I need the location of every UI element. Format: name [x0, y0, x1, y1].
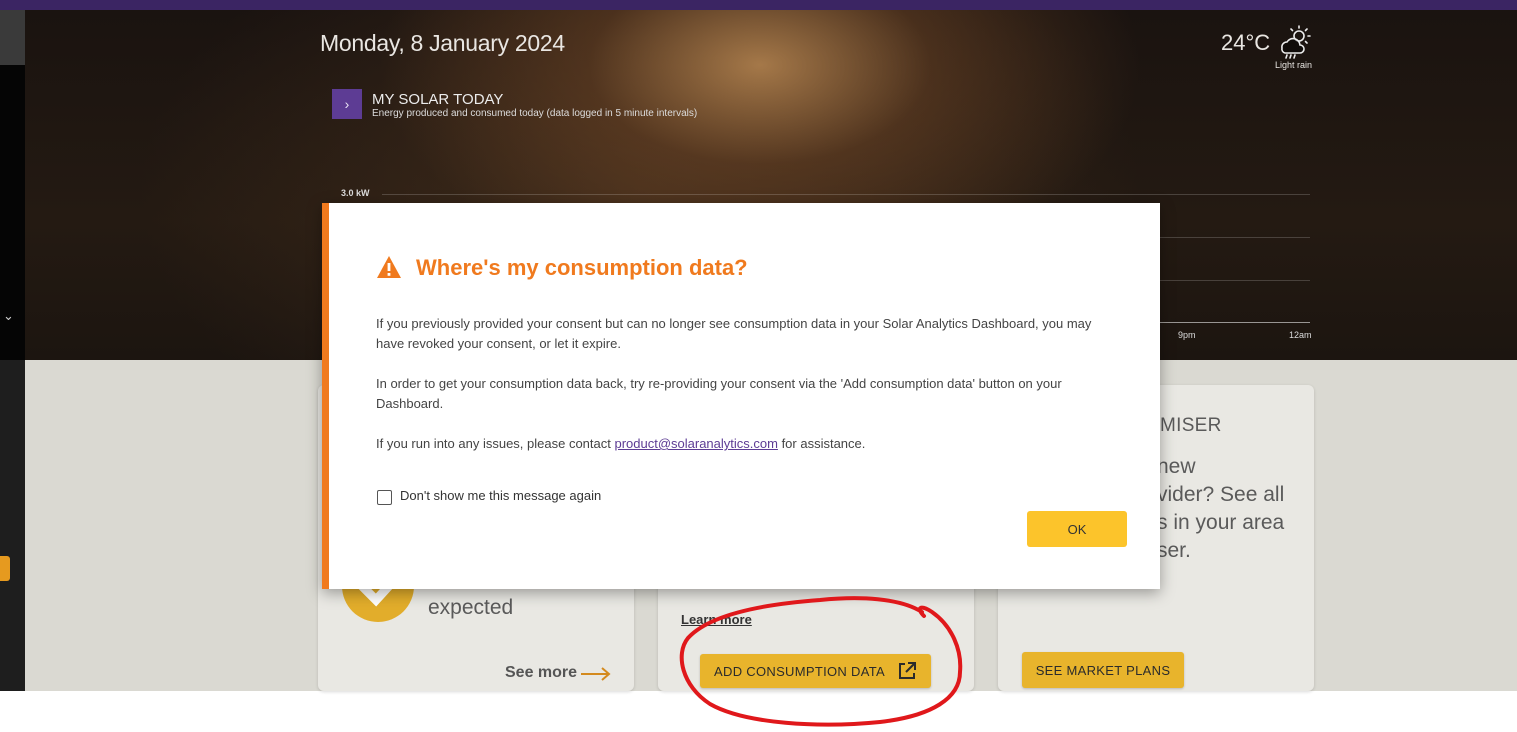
card-miser-line3: s in your area — [1157, 511, 1285, 534]
sidebar-tab[interactable] — [0, 556, 10, 581]
dialog-contact-suffix: for assistance. — [777, 436, 866, 451]
rain-cloud-sun-icon — [1281, 25, 1311, 59]
chevron-down-icon[interactable]: ⌄ — [3, 308, 14, 324]
dont-show-again-checkbox[interactable] — [377, 490, 392, 505]
card-status-text: expected — [428, 596, 514, 619]
dont-show-again-label[interactable]: Don't show me this message again — [400, 488, 601, 503]
temperature: 24°C — [1221, 30, 1271, 55]
dialog-contact-text: If you run into any issues, please conta… — [376, 436, 615, 451]
card-miser-title: MISER — [1160, 415, 1222, 436]
sidebar: ⌄ — [0, 10, 25, 691]
ok-button[interactable]: OK — [1027, 511, 1127, 547]
dialog-title: Where's my consumption data? — [416, 255, 748, 280]
consumption-data-dialog: Where's my consumption data? If you prev… — [322, 203, 1160, 589]
chart-y-label: 3.0 kW — [341, 188, 370, 198]
date-label: Monday, 8 January 2024 — [320, 30, 565, 56]
sidebar-top-block[interactable] — [0, 10, 25, 65]
see-market-plans-button[interactable]: SEE MARKET PLANS — [1022, 652, 1184, 688]
see-more-link[interactable]: See more — [505, 664, 577, 682]
solar-subtitle: Energy produced and consumed today (data… — [372, 108, 698, 119]
support-email-link[interactable]: product@solaranalytics.com — [614, 436, 777, 451]
arrow-right-icon[interactable] — [580, 664, 612, 684]
chart-x-tick: 12am — [1289, 330, 1312, 340]
weather-label: Light rain — [1274, 60, 1312, 70]
dialog-paragraph-1: If you previously provided your consent … — [376, 316, 1092, 351]
card-miser-line2: vider? See all — [1157, 483, 1285, 506]
dialog-paragraph-3: If you run into any issues, please conta… — [376, 434, 1116, 454]
dialog-paragraph-2: In order to get your consumption data ba… — [376, 376, 1062, 411]
card-miser-line1: new — [1157, 455, 1196, 478]
top-bar — [0, 0, 1517, 10]
warning-icon — [377, 256, 401, 278]
chevron-right-icon[interactable]: › — [332, 89, 362, 119]
annotation-circle — [679, 596, 963, 727]
chart-x-tick: 9pm — [1178, 330, 1196, 340]
card-miser-line4: ser. — [1157, 539, 1191, 562]
solar-title: MY SOLAR TODAY — [372, 91, 504, 108]
chart-gridline — [382, 194, 1310, 195]
